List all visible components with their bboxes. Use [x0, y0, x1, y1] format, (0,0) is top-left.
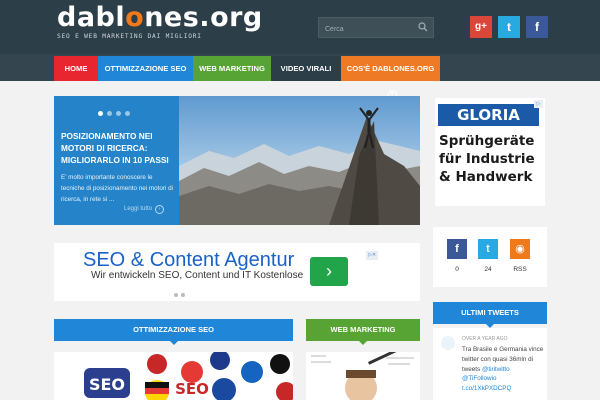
nav-item-web-marketing[interactable]: WEB MARKETING	[193, 56, 271, 81]
ad-text: Sprühgeräte für Industrie & Handwerk	[439, 133, 535, 185]
site-header: dablones.org SEO E WEB MARKETING DAI MIG…	[0, 0, 600, 54]
nav-item-home[interactable]: HOME	[54, 56, 98, 81]
banner-ad-dots	[174, 284, 188, 302]
facebook-icon[interactable]: f	[526, 16, 548, 38]
search-input[interactable]	[319, 20, 413, 39]
site-logo[interactable]: dablones.org	[57, 3, 263, 33]
tweet-link[interactable]: t.co/1XkPXDCPQ	[462, 385, 511, 392]
rss-icon: ◉	[510, 239, 530, 259]
banner-ad-arrow-button[interactable]: ›	[310, 257, 348, 286]
svg-text:SEO: SEO	[175, 380, 209, 398]
banner-ad-title[interactable]: SEO & Content Agentur	[83, 249, 294, 272]
facebook-counter[interactable]: f 0	[447, 239, 467, 273]
tweet-timestamp: OVER A YEAR AGO	[462, 336, 508, 342]
rss-counter[interactable]: ◉ RSS	[510, 239, 530, 273]
read-more-link[interactable]: Leggi tutto ›	[124, 205, 165, 214]
twitter-count: 24	[484, 266, 492, 273]
tweet-link[interactable]: @TiFollowio	[462, 375, 497, 382]
twitter-bird-icon	[441, 336, 455, 350]
section-header-tweets-label: ULTIMI TWEETS	[461, 308, 519, 317]
tweets-widget: OVER A YEAR AGO Tra Brasile e Germania v…	[433, 328, 547, 400]
section-header-tweets: ULTIMI TWEETS	[433, 302, 547, 328]
web-marketing-article-thumbnail[interactable]	[306, 352, 420, 400]
logo-text-suffix: nes.org	[144, 2, 263, 33]
nav-item-seo[interactable]: OTTIMIZZAZIONE SEO	[98, 56, 193, 81]
tweet-link[interactable]: @tiritwitto	[482, 366, 510, 373]
slide-image[interactable]	[179, 96, 420, 225]
social-counters: f 0 t 24 ◉ RSS	[433, 227, 547, 287]
sidebar-ad[interactable]: GLORIA Sprühgeräte für Industrie & Handw…	[435, 98, 545, 206]
seo-article-thumbnail[interactable]: SEO SEO	[54, 352, 293, 400]
slide-title[interactable]: POSIZIONAMENTO NEI MOTORI DI RICERCA: MI…	[61, 130, 177, 166]
arrow-right-icon: ›	[155, 205, 165, 214]
tweet-text: Tra Brasile e Germania vince twitter con…	[462, 345, 544, 394]
ad-brand-logo: GLORIA	[438, 104, 539, 126]
slider-dot[interactable]	[125, 111, 130, 116]
section-header-seo-label: OTTIMIZZAZIONE SEO	[133, 325, 214, 334]
logo-text-accent: o	[125, 2, 145, 33]
nav-item-video-virali[interactable]: VIDEO VIRALI	[271, 56, 341, 81]
slider-dot[interactable]	[98, 111, 103, 116]
logo-text-prefix: dabl	[57, 2, 126, 33]
read-more-label: Leggi tutto	[124, 206, 153, 212]
slider-dots	[98, 103, 134, 121]
slide-excerpt: E' molto importante conoscere le tecnich…	[61, 174, 174, 203]
twitter-icon: t	[478, 239, 498, 259]
ad-choices-icon[interactable]: ▷✕	[366, 251, 378, 260]
svg-text:SEO: SEO	[89, 375, 125, 394]
slider-dot[interactable]	[116, 111, 121, 116]
site-tagline: SEO E WEB MARKETING DAI MIGLIORI	[57, 33, 202, 40]
rss-label: RSS	[513, 266, 527, 273]
main-nav: HOME OTTIMIZZAZIONE SEO WEB MARKETING VI…	[0, 54, 600, 99]
nav-item-about[interactable]: COS'È DABLONES.ORG▾	[341, 56, 440, 99]
slide-caption-panel: POSIZIONAMENTO NEI MOTORI DI RICERCA: MI…	[54, 96, 179, 225]
twitter-counter[interactable]: t 24	[478, 239, 498, 273]
facebook-icon: f	[447, 239, 467, 259]
twitter-icon[interactable]: t	[498, 16, 520, 38]
section-header-web-label: WEB MARKETING	[330, 325, 396, 334]
ad-choices-icon[interactable]: ▷	[534, 100, 543, 108]
banner-ad-subtitle: Wir entwickeln SEO, Content und IT Koste…	[91, 270, 304, 281]
section-header-web-marketing[interactable]: WEB MARKETING	[306, 319, 420, 345]
facebook-count: 0	[455, 266, 459, 273]
google-plus-icon[interactable]: g+	[470, 16, 492, 38]
section-header-seo[interactable]: OTTIMIZZAZIONE SEO	[54, 319, 293, 345]
banner-ad[interactable]: SEO & Content Agentur Wir entwickeln SEO…	[54, 243, 420, 301]
nav-item-about-label: COS'È DABLONES.ORG	[346, 64, 435, 73]
search-box	[318, 17, 434, 39]
featured-slider: POSIZIONAMENTO NEI MOTORI DI RICERCA: MI…	[54, 96, 420, 225]
search-icon[interactable]	[418, 22, 428, 32]
slider-dot[interactable]	[107, 111, 112, 116]
